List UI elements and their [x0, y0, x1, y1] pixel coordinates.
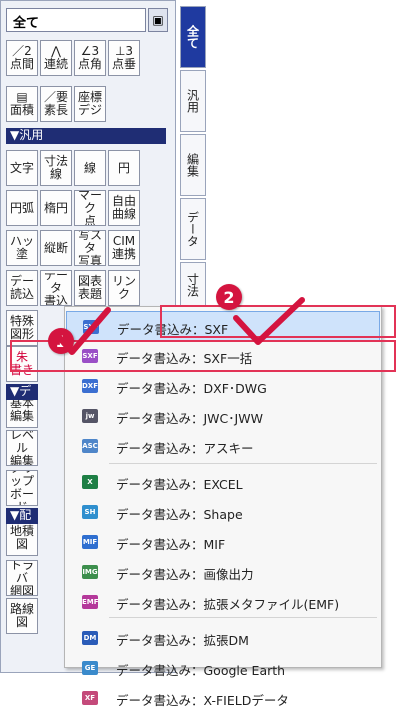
toolbar-button[interactable]: ／2 点間 [6, 40, 38, 76]
menu-item-label: データ書込み：EXCEL [116, 477, 243, 492]
toolbar-button[interactable]: 座標 デジ [74, 86, 106, 122]
toolbar-button[interactable]: 円 [108, 150, 140, 186]
menu-item-label: データ書込み：Shape [116, 507, 243, 522]
toolbar-button[interactable]: データ 書込 [40, 270, 72, 306]
menu-item[interactable]: X データ書込み：EXCEL [66, 467, 380, 497]
section-header[interactable]: ▼汎用 [6, 128, 166, 144]
section-header[interactable]: ▼デ [6, 384, 38, 400]
tab-general[interactable]: 汎用 [180, 70, 206, 132]
file-format-icon: IMG [82, 565, 98, 579]
toolbar-button[interactable]: レベル 編集 [6, 430, 38, 466]
menu-separator [109, 617, 377, 618]
toolbar-button[interactable]: 自由 曲線 [108, 190, 140, 226]
menu-item[interactable]: DXF データ書込み：DXF･DWG [66, 371, 380, 401]
menu-item[interactable]: IMG データ書込み：画像出力 [66, 557, 380, 587]
menu-item[interactable]: ASC データ書込み：アスキー [66, 431, 380, 461]
toolbar-button[interactable]: デー 読込 [6, 270, 38, 306]
toolbar-button[interactable]: ハッ 塗 [6, 230, 38, 266]
menu-separator [109, 463, 377, 464]
toolbar-button[interactable]: クリップ ボード [6, 470, 38, 506]
menu-item[interactable]: XF データ書込み：X-FIELDデータ [66, 683, 380, 713]
toolbar-button[interactable]: 文字 [6, 150, 38, 186]
tab-all[interactable]: 全て [180, 6, 206, 68]
file-format-icon: jw [82, 409, 98, 423]
toolbar-button[interactable]: 寸法 線 [40, 150, 72, 186]
toolbar-button[interactable]: ∠3 点角 [74, 40, 106, 76]
toolbar-button[interactable]: 地積 図 [6, 520, 38, 556]
tab-dimension[interactable]: 寸法 [180, 262, 206, 308]
toolbar-button[interactable]: ⊥3 点垂 [108, 40, 140, 76]
menu-item[interactable]: SH データ書込み：Shape [66, 497, 380, 527]
toolbar-button[interactable]: 円弧 [6, 190, 38, 226]
toolbar-button[interactable]: 縦断 [40, 230, 72, 266]
menu-item[interactable]: GE データ書込み：Google Earth [66, 653, 380, 683]
tab-data[interactable]: データ [180, 198, 206, 260]
menu-item-label: データ書込み：Google Earth [116, 663, 286, 678]
tab-edit[interactable]: 編集 [180, 134, 206, 196]
menu-item-label: データ書込み：MIF [116, 537, 226, 552]
toolbar-button[interactable]: 楕円 [40, 190, 72, 226]
combo-toggle-button[interactable]: ▣ [148, 8, 168, 32]
category-combo[interactable]: 全て [6, 8, 146, 32]
menu-item-label: データ書込み：X-FIELDデータ [116, 693, 289, 708]
menu-item-label: データ書込み：DXF･DWG [116, 381, 267, 396]
file-format-icon: SH [82, 505, 98, 519]
menu-item[interactable]: DM データ書込み：拡張DM [66, 623, 380, 653]
file-format-icon: XF [82, 691, 98, 705]
toolbar-button[interactable]: マーク 点 [74, 190, 106, 226]
menu-item-label: データ書込み：アスキー [116, 441, 254, 456]
file-format-icon: SXF [83, 320, 99, 334]
menu-item-label: データ書込み：JWC･JWW [116, 411, 263, 426]
toolbar-button[interactable]: 線 [74, 150, 106, 186]
step-badge-1: 1 [48, 328, 74, 354]
file-format-icon: MIF [82, 535, 98, 549]
toolbar-button[interactable]: 写スタ 写真 [74, 230, 106, 266]
toolbar-button[interactable]: 図表 表題 [74, 270, 106, 306]
menu-item-label: データ書込み：拡張メタファイル(EMF) [116, 597, 340, 612]
menu-item[interactable]: jw データ書込み：JWC･JWW [66, 401, 380, 431]
toolbar-button[interactable]: トラバ 網図 [6, 560, 38, 596]
highlight-frame-upper [160, 305, 396, 338]
toolbar-button[interactable]: 路線 図 [6, 598, 38, 634]
file-format-icon: EMF [82, 595, 99, 609]
toolbar-button[interactable]: ▤ 面積 [6, 86, 38, 122]
file-format-icon: DM [82, 631, 98, 645]
toolbar-button[interactable]: ⋀ 連続 [40, 40, 72, 76]
file-format-icon: DXF [82, 379, 98, 393]
step-badge-2: 2 [216, 284, 242, 310]
menu-item-label: データ書込み：拡張DM [116, 633, 249, 648]
menu-item[interactable]: MIF データ書込み：MIF [66, 527, 380, 557]
file-format-icon: X [82, 475, 98, 489]
menu-item-label: データ書込み：画像出力 [116, 567, 254, 582]
file-format-icon: ASC [82, 439, 98, 453]
toolbar-button[interactable]: CIM 連携 [108, 230, 140, 266]
menu-item[interactable]: EMF データ書込み：拡張メタファイル(EMF) [66, 587, 380, 617]
toolbar-button[interactable]: リンク [108, 270, 140, 306]
toolbar-button[interactable]: ／要 素長 [40, 86, 72, 122]
section-header[interactable]: ▼配 [6, 508, 38, 524]
